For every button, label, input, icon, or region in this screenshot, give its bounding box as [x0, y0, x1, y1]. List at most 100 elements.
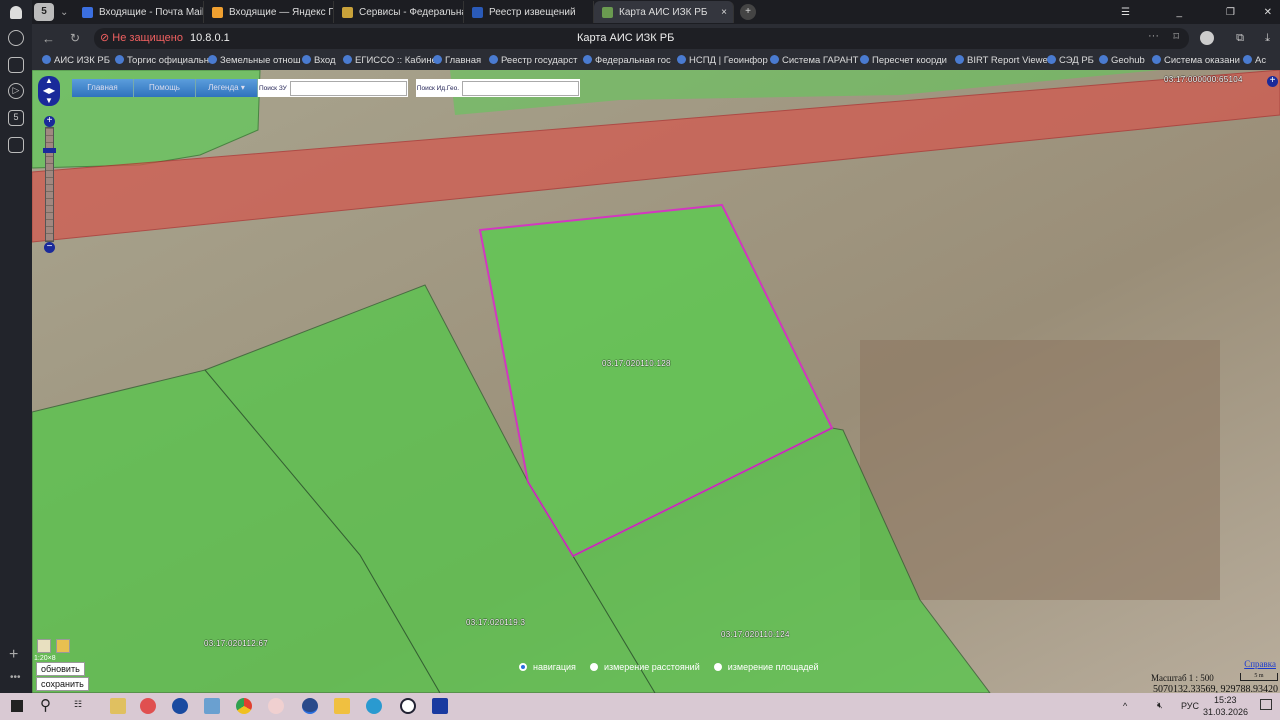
map-favicon-icon [602, 6, 613, 18]
clock-time[interactable]: 15:23 [1214, 695, 1237, 705]
zoom-in-button[interactable]: + [44, 116, 55, 127]
reload-icon[interactable]: ↻ [70, 31, 80, 45]
mode-label: навигация [533, 662, 576, 672]
tray-expand-icon[interactable]: ^ [1123, 701, 1127, 711]
mode-navigation[interactable]: навигация [519, 662, 576, 672]
tab-count-button[interactable]: 5 [34, 3, 54, 21]
pan-tool-icon[interactable] [56, 639, 70, 653]
map-toolbar: Главная Помощь Легенда ▾ Поиск ЗУ Поиск … [72, 79, 581, 97]
clock-date[interactable]: 31.03.2026 [1203, 707, 1248, 717]
mode-distance[interactable]: измерение расстояний [589, 662, 700, 672]
layers-expand-button[interactable]: + [1267, 76, 1278, 87]
more-icon[interactable]: ••• [10, 672, 21, 683]
bookmark-item[interactable]: Пересчет коорди [860, 55, 947, 66]
new-tab-button[interactable]: + [740, 4, 756, 20]
add-icon[interactable]: + [9, 646, 18, 664]
help-link[interactable]: Справка [1244, 659, 1276, 669]
bookmark-item[interactable]: Федеральная гос [583, 55, 671, 66]
measure-tool-icon[interactable] [37, 639, 51, 653]
search-icon[interactable]: ⚲ [40, 696, 51, 714]
menu-icon[interactable]: ☰ [1121, 7, 1130, 18]
bookmark-item[interactable]: Вход [302, 55, 336, 66]
restore-icon[interactable]: ❐ [1226, 7, 1235, 18]
zoom-out-button[interactable]: − [44, 242, 55, 253]
bookmark-item[interactable]: Система оказани [1152, 55, 1240, 66]
field-patch [860, 340, 1220, 600]
screenshot-icon[interactable] [8, 137, 24, 153]
help-button[interactable]: Помощь [134, 79, 196, 97]
url-field[interactable]: ⊘ Не защищено 10.8.0.1 Карта АИС ИЗК РБ … [94, 28, 1189, 49]
minimize-icon[interactable]: _ [1176, 7, 1182, 18]
app-icon[interactable] [268, 698, 284, 714]
bookmark-item[interactable]: Земельные отнош [208, 55, 301, 66]
zoom-slider-handle[interactable] [43, 148, 56, 153]
refresh-button[interactable]: обновить [36, 662, 85, 676]
profile-icon[interactable] [10, 6, 22, 19]
radio [589, 663, 598, 671]
more-icon[interactable]: ··· [1148, 30, 1159, 42]
tab-map[interactable]: Карта АИС ИЗК РБ × [594, 1, 734, 23]
pocket-icon[interactable]: ⧉ [1236, 32, 1244, 45]
tab-label: Реестр извещений [489, 6, 576, 18]
bookmark-item[interactable]: BIRT Report Viewer [955, 55, 1051, 66]
not-secure-badge[interactable]: ⊘ Не защищено [100, 31, 183, 44]
yandex-browser-icon[interactable] [302, 698, 318, 714]
bookmark-item[interactable]: СЭД РБ [1047, 55, 1094, 66]
mode-label: измерение площадей [727, 662, 819, 672]
map-canvas[interactable]: ▲ ◀▶ ▼ + − Главная Помощь Легенда ▾ Поиск … [32, 70, 1280, 693]
file-explorer-icon[interactable] [334, 698, 350, 714]
bookmark-icon[interactable]: ⌑ [1173, 30, 1179, 43]
tab-services[interactable]: Сервисы - Федеральная с [334, 1, 464, 23]
bookmark-item[interactable]: Система ГАРАНТ [770, 55, 858, 66]
bookmark-item[interactable]: Реестр государст [489, 55, 577, 66]
app-icon[interactable] [400, 698, 416, 714]
app-icon[interactable] [140, 698, 156, 714]
pan-control[interactable]: ▲ ◀▶ ▼ [38, 76, 60, 106]
bookmark-item[interactable]: ЕГИССО :: Кабинет [343, 55, 441, 66]
tab-strip: 5 ⌄ Входящие - Почта Mail Входящие — Янд… [32, 0, 1280, 24]
extension-icon[interactable] [1200, 31, 1214, 45]
legend-dropdown[interactable]: Легенда ▾ [196, 79, 258, 97]
radio [713, 663, 722, 671]
app-icon[interactable] [204, 698, 220, 714]
tabs-dropdown-icon[interactable]: ⌄ [60, 7, 74, 18]
tab-registry[interactable]: Реестр извещений [464, 1, 594, 23]
volume-muted-icon[interactable]: 🔇︎ [1157, 700, 1163, 711]
task-view-icon[interactable]: ☷ [74, 699, 82, 710]
close-tab-icon[interactable]: × [721, 7, 727, 18]
parcel-label: 03:17:000000:65104 [1164, 75, 1243, 84]
search-zu-input[interactable] [289, 80, 407, 96]
chrome-icon[interactable] [236, 698, 252, 714]
collections-icon[interactable] [8, 57, 24, 73]
tab-mail[interactable]: Входящие - Почта Mail [74, 1, 204, 23]
tab-count-icon[interactable]: 5 [8, 110, 24, 126]
parcel-label: 03:17:020110:128 [602, 359, 671, 368]
app-icon[interactable] [110, 698, 126, 714]
download-icon[interactable]: ⤓ [1265, 32, 1270, 45]
history-icon[interactable] [8, 30, 24, 46]
start-icon[interactable] [11, 700, 23, 712]
zoom-slider[interactable] [45, 127, 54, 242]
tab-yandex-mail[interactable]: Входящие — Яндекс Почта [204, 1, 334, 23]
tab-label: Карта АИС ИЗК РБ [619, 6, 708, 18]
edge-icon[interactable] [366, 698, 382, 714]
back-icon[interactable]: ← [42, 31, 55, 46]
app-icon[interactable] [432, 698, 448, 714]
bookmark-item[interactable]: АИС ИЗК РБ [42, 55, 110, 66]
bookmark-item[interactable]: Geohub [1099, 55, 1145, 66]
mode-area[interactable]: измерение площадей [713, 662, 819, 672]
language-indicator[interactable]: РУС [1181, 701, 1199, 711]
video-icon[interactable]: ▷ [8, 83, 24, 99]
bookmark-item[interactable]: Торгис официальн [115, 55, 209, 66]
parcel-label: 03:17:020110:124 [721, 630, 790, 639]
save-button[interactable]: сохранить [36, 677, 89, 691]
close-window-icon[interactable]: ✕ [1264, 7, 1272, 18]
bookmark-item[interactable]: Ас [1243, 55, 1266, 66]
search-geo-input[interactable] [462, 80, 580, 96]
notifications-icon[interactable] [1260, 699, 1272, 710]
home-button[interactable]: Главная [72, 79, 134, 97]
bookmark-item[interactable]: Главная [433, 55, 481, 66]
bookmark-item[interactable]: НСПД | Геоинфор [677, 55, 768, 66]
emblem-icon [472, 6, 483, 18]
app-icon[interactable] [172, 698, 188, 714]
